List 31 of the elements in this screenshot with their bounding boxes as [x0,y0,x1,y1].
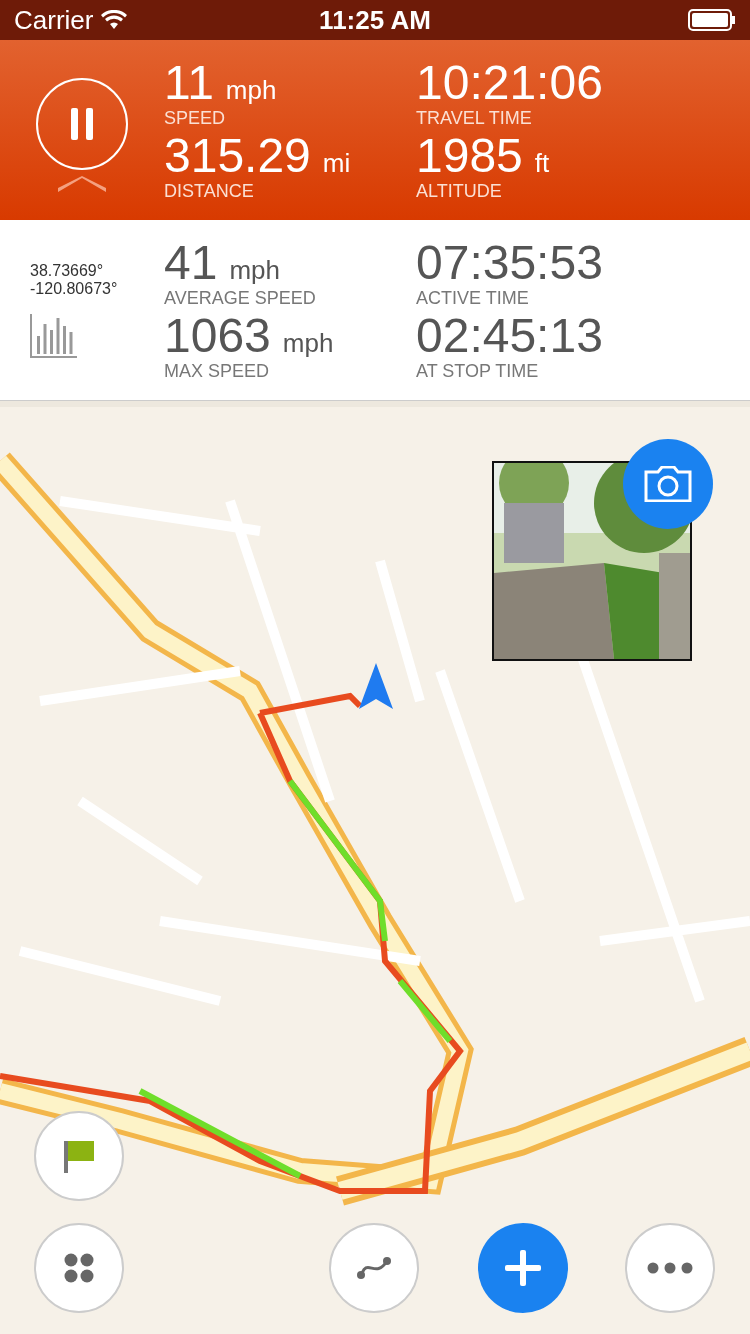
stat-unit: ft [534,148,550,179]
stat-value: 10:21:06 [416,58,603,108]
stat-label: AT STOP TIME [416,361,540,382]
stat-value: 02:45:13 [416,311,603,361]
pause-icon [71,108,93,140]
pause-button[interactable] [36,78,128,170]
stat-unit: mph [282,328,334,359]
stat-value: 11 [164,58,214,108]
bar-chart-icon[interactable] [30,314,78,358]
carrier-name: Carrier [14,4,94,36]
stat-value: 07:35:53 [416,238,603,288]
stat-value: 315.29 [164,131,311,181]
coordinate: -120.80673° [30,280,118,298]
stat-value: 1985 [416,131,523,181]
stat-label: SPEED [164,108,227,129]
stat-unit: mi [322,148,351,179]
stat-label: DISTANCE [164,181,255,202]
stat-unit: mph [229,255,280,286]
stat-label: AVERAGE SPEED [164,288,317,309]
coordinate: 38.73669° [30,262,105,280]
battery-icon [688,9,736,31]
status-time: 11:25 AM [319,4,431,36]
stat-label: ALTITUDE [416,181,503,202]
stat-value: 41 [164,238,218,288]
stat-label: TRAVEL TIME [416,108,533,129]
wifi-icon [101,10,128,30]
stat-value: 1063 [164,311,271,361]
stat-unit: mph [225,75,277,106]
stat-label: ACTIVE TIME [416,288,530,309]
chevron-up-icon[interactable] [58,176,106,192]
stat-label: MAX SPEED [164,361,271,382]
